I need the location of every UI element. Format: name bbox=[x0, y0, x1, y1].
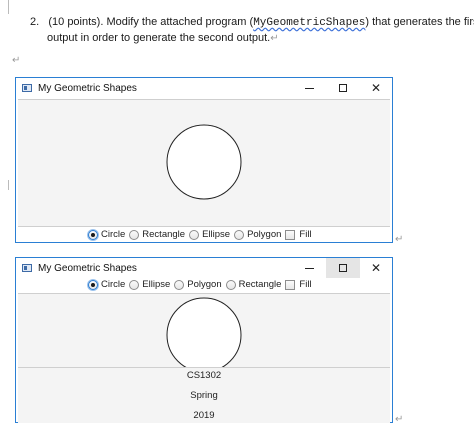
radio-label: Ellipse bbox=[142, 279, 171, 290]
shape-options-bar: Circle Rectangle Ellipse Polygon Fill bbox=[88, 229, 316, 240]
course-label: CS1302 bbox=[186, 370, 222, 381]
close-icon: ✕ bbox=[370, 261, 382, 275]
fill-checkbox[interactable]: Fill bbox=[285, 229, 312, 240]
radio-label: Polygon bbox=[187, 279, 222, 290]
radio-circle[interactable]: Circle bbox=[88, 279, 125, 290]
window-first-output: My Geometric Shapes ✕ Circle Rectangle E… bbox=[15, 77, 393, 243]
paragraph-mark: ↵ bbox=[395, 234, 404, 245]
maximize-button[interactable] bbox=[326, 258, 360, 278]
close-icon: ✕ bbox=[370, 81, 382, 95]
radio-rectangle[interactable]: Rectangle bbox=[225, 279, 282, 290]
fill-checkbox[interactable]: Fill bbox=[285, 279, 312, 290]
radio-polygon[interactable]: Polygon bbox=[174, 279, 222, 290]
year-label: 2019 bbox=[193, 410, 215, 421]
radio-polygon[interactable]: Polygon bbox=[234, 229, 281, 240]
radio-ellipse[interactable]: Ellipse bbox=[129, 279, 170, 290]
term-label: Spring bbox=[190, 390, 218, 401]
app-icon bbox=[22, 84, 32, 92]
question-line-1: 2. (10 points). Modify the attached prog… bbox=[30, 14, 474, 31]
margin-mark bbox=[8, 180, 9, 190]
question-number: 2. bbox=[30, 16, 40, 28]
checkbox-label: Fill bbox=[299, 279, 312, 290]
paragraph-mark: ↵ bbox=[395, 414, 404, 425]
circle-shape bbox=[166, 124, 242, 200]
minimize-icon bbox=[304, 87, 314, 89]
program-name: MyGeometricShapes bbox=[253, 17, 366, 29]
window-title: My Geometric Shapes bbox=[38, 82, 137, 94]
checkbox-box[interactable] bbox=[285, 279, 296, 290]
radio-label: Circle bbox=[101, 279, 126, 290]
maximize-icon bbox=[339, 84, 347, 92]
shape-canvas-svg bbox=[166, 124, 242, 200]
text-lines-area: CS1302 Spring 2019 bbox=[18, 367, 390, 423]
maximize-icon bbox=[339, 264, 347, 272]
shape-options-bar: Circle Ellipse Polygon Rectangle Fill bbox=[88, 279, 316, 290]
minimize-button[interactable] bbox=[292, 258, 326, 278]
radio-indicator[interactable] bbox=[174, 279, 185, 290]
question-text-before: (10 points). Modify the attached program… bbox=[48, 16, 254, 28]
minimize-button[interactable] bbox=[292, 78, 326, 98]
minimize-icon bbox=[304, 267, 314, 269]
radio-indicator[interactable] bbox=[129, 279, 140, 290]
question-text-after: ) that generates the first bbox=[365, 16, 474, 28]
window-title: My Geometric Shapes bbox=[38, 262, 137, 274]
radio-indicator[interactable] bbox=[129, 229, 140, 240]
radio-label: Rectangle bbox=[238, 279, 282, 290]
drawing-canvas bbox=[18, 293, 390, 373]
margin-mark bbox=[8, 0, 9, 14]
shape-canvas-svg bbox=[166, 297, 242, 373]
circle-shape bbox=[166, 297, 242, 373]
radio-ellipse[interactable]: Ellipse bbox=[189, 229, 230, 240]
window-second-output: My Geometric Shapes ✕ Circle Ellipse Pol… bbox=[15, 257, 393, 423]
radio-indicator[interactable] bbox=[88, 279, 98, 290]
radio-indicator[interactable] bbox=[88, 229, 98, 240]
paragraph-mark: ↵ bbox=[270, 33, 279, 44]
question-line-2: output in order to generate the second o… bbox=[47, 30, 279, 47]
radio-indicator[interactable] bbox=[225, 279, 236, 290]
radio-indicator[interactable] bbox=[234, 229, 245, 240]
question-line-2-text: output in order to generate the second o… bbox=[47, 32, 271, 44]
radio-label: Rectangle bbox=[142, 229, 186, 240]
radio-label: Ellipse bbox=[202, 229, 231, 240]
radio-circle[interactable]: Circle bbox=[88, 229, 125, 240]
radio-label: Circle bbox=[101, 229, 126, 240]
drawing-canvas bbox=[18, 99, 390, 227]
radio-label: Polygon bbox=[247, 229, 282, 240]
radio-indicator[interactable] bbox=[189, 229, 200, 240]
radio-rectangle[interactable]: Rectangle bbox=[129, 229, 185, 240]
app-icon bbox=[22, 264, 32, 272]
checkbox-box[interactable] bbox=[285, 229, 296, 240]
paragraph-mark: ↵ bbox=[12, 55, 21, 66]
close-button[interactable]: ✕ bbox=[359, 78, 393, 98]
close-button[interactable]: ✕ bbox=[359, 258, 393, 278]
checkbox-label: Fill bbox=[299, 229, 312, 240]
maximize-button[interactable] bbox=[326, 78, 360, 98]
